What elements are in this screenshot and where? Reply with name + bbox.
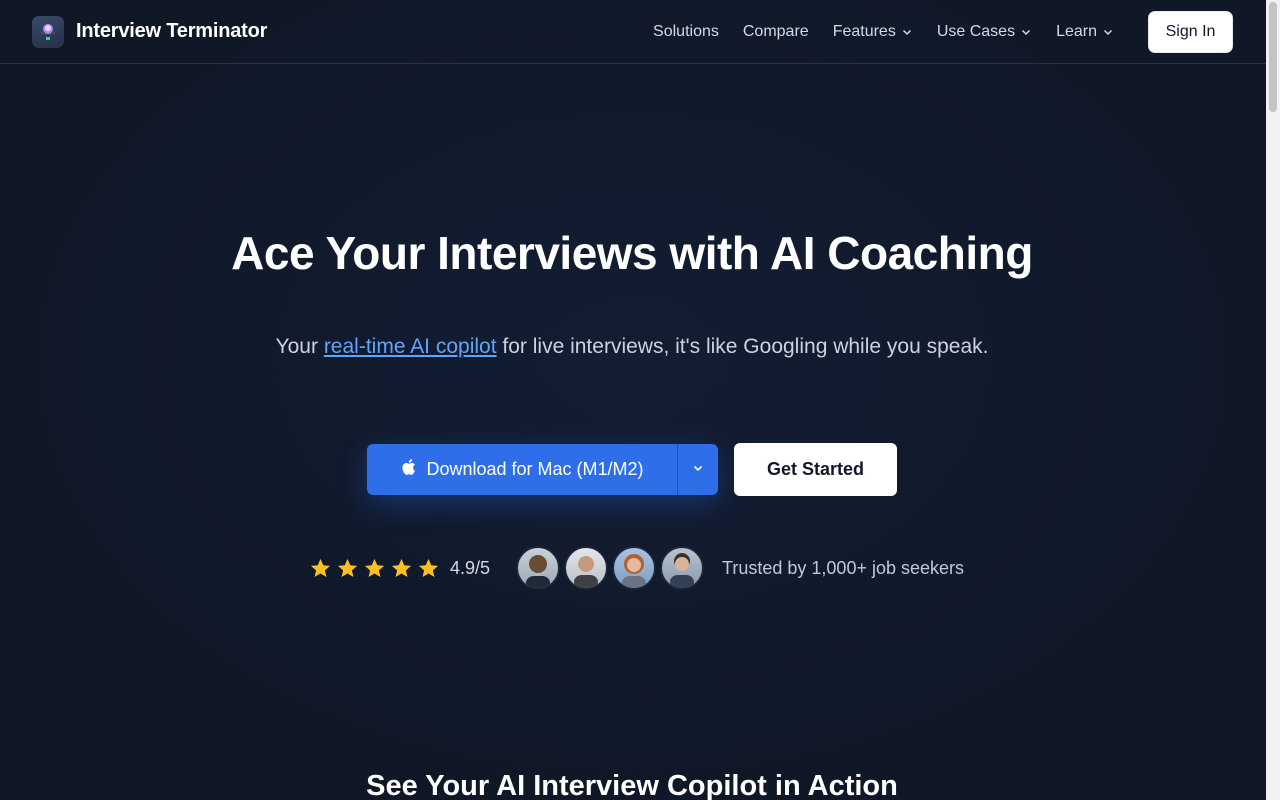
subtitle-suffix: for live interviews, it's like Googling … [502,335,989,358]
page-scrollbar[interactable] [1266,0,1280,800]
hero-title: Ace Your Interviews with AI Coaching [231,227,1033,279]
avatar [612,546,657,590]
sign-in-button[interactable]: Sign In [1148,10,1233,53]
nav-solutions[interactable]: Solutions [653,23,719,41]
star-rating: 4.9/5 [309,557,490,580]
avatar [564,546,609,590]
rating-value: 4.9/5 [450,557,491,578]
download-mac-button[interactable]: Download for Mac (M1/M2) [367,444,677,495]
brand-name: Interview Terminator [76,20,268,42]
nav-label: Solutions [653,22,719,40]
nav-label: Use Cases [936,22,1016,40]
nav-compare[interactable]: Compare [743,23,809,41]
hero-subtitle: Your real-time AI copilot for live inter… [0,335,1264,359]
avatar [516,546,561,590]
star-icon [363,557,386,580]
star-icon [336,557,359,580]
star-icon [417,557,440,580]
trust-text: Trusted by 1,000+ job seekers [722,557,965,578]
chevron-down-icon [692,461,704,479]
get-started-button[interactable]: Get Started [734,443,897,496]
chevron-down-icon [901,26,913,38]
scrollbar-thumb[interactable] [1269,2,1277,112]
chevron-down-icon [1102,26,1114,38]
subtitle-prefix: Your [275,335,318,358]
main-nav: Solutions Compare Features Use Cases Lea… [653,10,1233,53]
site-header: Interview Terminator Solutions Compare F… [0,0,1266,64]
star-icon [390,557,413,580]
logo-icon [32,15,64,48]
avatar-group [516,546,705,590]
nav-features[interactable]: Features [833,23,913,41]
nav-use-cases[interactable]: Use Cases [937,23,1032,41]
social-proof: 4.9/5 Trusted by 1,000+ job seekers [309,546,964,590]
nav-label: Features [832,22,896,40]
download-split-button: Download for Mac (M1/M2) [367,444,718,495]
download-label: Download for Mac (M1/M2) [426,459,644,479]
nav-label: Compare [742,22,809,40]
download-options-toggle[interactable] [677,444,718,495]
nav-label: Learn [1056,22,1097,40]
avatar [660,546,705,590]
chevron-down-icon [1020,26,1032,38]
brand-home-link[interactable]: Interview Terminator [32,15,268,48]
nav-learn[interactable]: Learn [1056,23,1114,41]
page: Interview Terminator Solutions Compare F… [0,0,1266,800]
copilot-link[interactable]: real-time AI copilot [324,335,497,358]
star-icon [309,557,332,580]
demo-section-title: See Your AI Interview Copilot in Action [366,770,898,800]
apple-icon [400,458,416,481]
cta-row: Download for Mac (M1/M2) Get Started [367,443,897,496]
